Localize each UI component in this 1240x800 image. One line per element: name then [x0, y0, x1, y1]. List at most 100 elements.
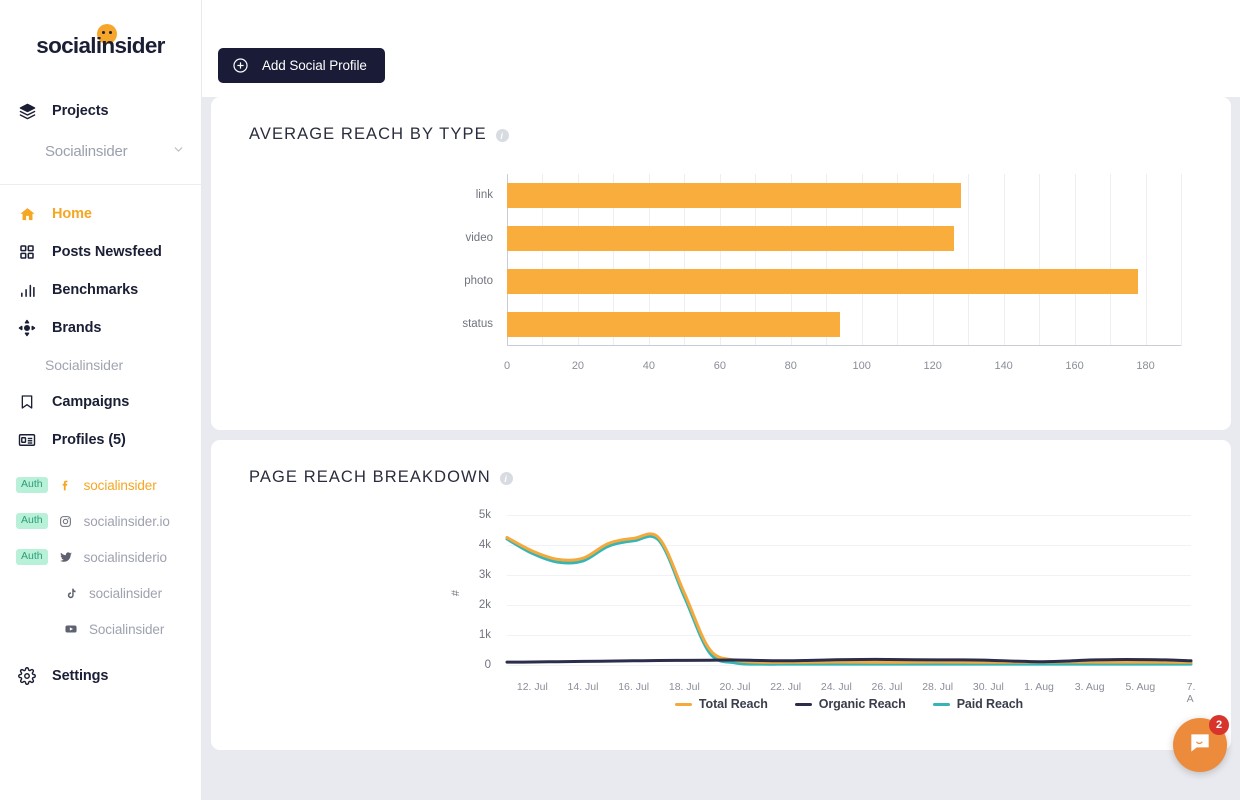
bar-photo[interactable]: [507, 269, 1139, 294]
sidebar-item-label: Posts Newsfeed: [52, 244, 162, 260]
bar-status[interactable]: [507, 312, 841, 337]
chevron-down-icon: [172, 143, 185, 159]
auth-badge: Auth: [16, 513, 48, 529]
line-chart-y-tick: 0: [484, 659, 491, 671]
bar-chart-x-tick: 80: [784, 360, 797, 372]
instagram-icon: [57, 515, 75, 528]
bar-link[interactable]: [507, 183, 962, 208]
profile-item-facebook[interactable]: Auth socialinsider: [0, 467, 201, 503]
line-chart-x-tick: 24. Jul: [820, 681, 852, 693]
sidebar-item-projects[interactable]: Projects: [0, 92, 201, 130]
chat-widget-button[interactable]: 2: [1173, 715, 1229, 772]
profile-name: socialinsiderio: [83, 549, 167, 565]
line-chart-x-tick: 5. Aug: [1125, 681, 1156, 693]
sidebar: socialinsider Projects Socialinsider Hom…: [0, 0, 202, 800]
line-chart-x-tick: 3. Aug: [1074, 681, 1105, 693]
bar-chart-category-label: photo: [464, 275, 493, 287]
bar-chart-category-label: video: [465, 232, 494, 244]
legend-item[interactable]: Total Reach: [674, 697, 768, 711]
line-chart-x-tick: 16. Jul: [618, 681, 650, 693]
bar-chart-x-tick: 120: [923, 360, 942, 372]
main-content: Add Social Profile AVERAGE REACH BY TYPE…: [202, 0, 1240, 800]
profile-item-instagram[interactable]: Auth socialinsider.io: [0, 503, 201, 539]
page-reach-breakdown-chart: 0 1k 2k 3k 4k 5k 12. Jul 14. Jul 16. Jul 18. Jul…: [211, 505, 1231, 720]
bar-chart-x-tick: 40: [642, 360, 656, 372]
sidebar-item-label: Benchmarks: [52, 282, 139, 298]
youtube-icon: [62, 622, 80, 636]
line-chart-series: [507, 515, 1191, 665]
legend-label: Organic Reach: [818, 697, 906, 711]
sidebar-item-settings[interactable]: Settings: [0, 657, 201, 695]
line-series-paid-reach: [507, 536, 1191, 664]
line-series-total-reach: [507, 534, 1191, 662]
bar-chart-x-tick: 180: [1136, 360, 1155, 372]
tiktok-icon: [62, 587, 80, 600]
chat-unread-badge: 2: [1209, 715, 1229, 735]
line-chart-y-tick: 3k: [478, 569, 491, 581]
bar-chart-x-tick: 100: [852, 360, 871, 372]
app-root: socialinsider Projects Socialinsider Hom…: [0, 0, 1240, 800]
legend-item[interactable]: Paid Reach: [932, 697, 1023, 711]
sidebar-item-benchmarks[interactable]: Benchmarks: [0, 271, 201, 309]
legend-swatch: [794, 702, 812, 706]
bar-chart-x-tick: 0: [503, 360, 511, 372]
bar-chart-icon: [16, 279, 38, 301]
info-icon[interactable]: i: [499, 472, 513, 485]
bar-video[interactable]: [507, 226, 954, 251]
line-chart-x-tick: 30. Jul: [972, 681, 1004, 693]
sidebar-item-brands[interactable]: Brands: [0, 309, 201, 347]
card-average-reach-by-type: AVERAGE REACH BY TYPE i link video photo st…: [211, 97, 1231, 430]
facebook-icon: [57, 479, 75, 492]
profile-item-youtube[interactable]: Socialinsider: [0, 611, 201, 647]
line-chart-x-tick: 28. Jul: [922, 681, 954, 693]
project-selector[interactable]: Socialinsider: [0, 130, 201, 172]
gear-icon: [16, 665, 38, 687]
layers-icon: [16, 100, 38, 122]
bar-chart-x-tick: 20: [571, 360, 585, 372]
home-icon: [16, 203, 38, 225]
sidebar-item-label: Profiles (5): [52, 432, 126, 448]
profile-item-twitter[interactable]: Auth socialinsiderio: [0, 539, 201, 575]
topbar: Add Social Profile: [202, 0, 1240, 97]
auth-badge: Auth: [16, 549, 48, 565]
app-logo[interactable]: socialinsider: [0, 0, 201, 92]
info-icon[interactable]: i: [495, 129, 509, 142]
line-chart-y-axis-title: #: [450, 589, 463, 597]
legend-item[interactable]: Organic Reach: [794, 697, 906, 711]
brands-icon: [16, 317, 38, 339]
sidebar-item-home[interactable]: Home: [0, 195, 201, 233]
line-chart-x-tick: 1. Aug: [1024, 681, 1054, 693]
line-chart-x-tick: 12. Jul: [516, 681, 548, 693]
legend-label: Total Reach: [698, 697, 768, 711]
chat-bubble-icon: [1187, 730, 1213, 761]
profile-name: socialinsider: [89, 585, 162, 601]
add-social-profile-button[interactable]: Add Social Profile: [218, 48, 385, 83]
sidebar-item-label: Campaigns: [52, 394, 130, 410]
line-chart-y-tick: 5k: [478, 509, 491, 521]
line-chart-plot-area: 0 1k 2k 3k 4k 5k 12. Jul 14. Jul 16. Jul 18. Jul…: [479, 509, 1196, 711]
profile-item-tiktok[interactable]: socialinsider: [0, 575, 201, 611]
card-title-row: PAGE REACH BREAKDOWN i: [211, 440, 1231, 487]
bar-chart-x-tick: 140: [994, 360, 1013, 372]
page-title: PAGE REACH BREAKDOWN: [249, 468, 491, 486]
bar-chart-x-axis: [507, 345, 1181, 346]
bar-chart-plot-area: link video photo status 0 20 40 60 80 100 120 140 1…: [462, 174, 1182, 372]
id-card-icon: [16, 429, 38, 451]
sidebar-item-posts-newsfeed[interactable]: Posts Newsfeed: [0, 233, 201, 271]
sidebar-item-campaigns[interactable]: Campaigns: [0, 383, 201, 421]
sidebar-item-profiles[interactable]: Profiles (5): [0, 421, 201, 459]
line-chart-y-tick: 2k: [478, 599, 491, 611]
line-chart-y-tick: 1k: [478, 629, 491, 641]
profile-name: socialinsider: [83, 477, 157, 493]
legend-swatch: [674, 702, 692, 706]
sidebar-brand-subtext: Socialinsider: [45, 357, 124, 373]
profile-name: socialinsider.io: [83, 513, 170, 529]
line-chart-x-tick: 22. Jul: [770, 681, 802, 693]
card-title-row: AVERAGE REACH BY TYPE i: [211, 97, 1231, 144]
bar-chart-category-label: link: [475, 189, 493, 201]
project-selector-value: Socialinsider: [45, 142, 128, 160]
plus-circle-icon: [232, 57, 249, 74]
grid-icon: [16, 241, 38, 263]
line-chart-y-tick: 4k: [478, 539, 491, 551]
line-chart-x-tick: 20. Jul: [719, 681, 751, 693]
